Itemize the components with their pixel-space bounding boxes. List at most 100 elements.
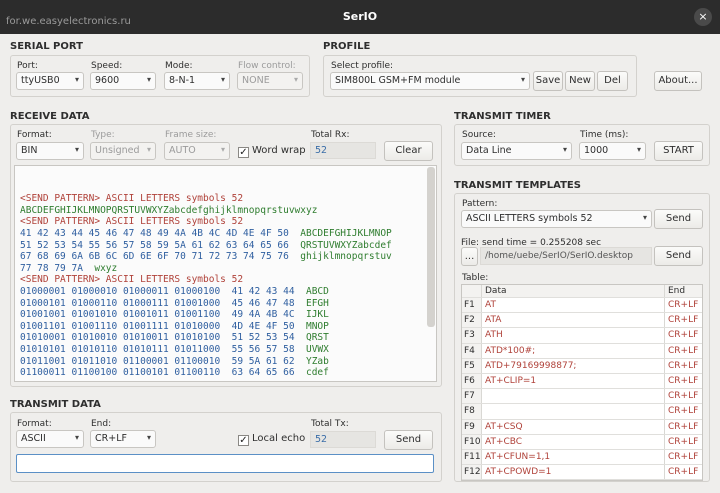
row-data-cell[interactable] — [482, 389, 665, 404]
terminal-ascii: cdef — [305, 367, 329, 379]
close-icon[interactable]: × — [694, 8, 712, 26]
pattern-send-button[interactable]: Send — [654, 209, 703, 229]
table-row[interactable]: F8 CR+LF — [462, 404, 702, 420]
window-title: SerIO — [342, 10, 378, 23]
terminal-line: 01001001 01001010 01001011 01001100 49 4… — [20, 309, 436, 321]
checkmark-icon: ✓ — [238, 435, 249, 446]
select-profile-label: Select profile: — [331, 61, 394, 71]
row-end-cell[interactable]: CR+LF — [665, 374, 702, 388]
templates-heading: TRANSMIT TEMPLATES — [454, 180, 581, 191]
file-path-field[interactable]: /home/uebe/SerIO/SerIO.desktop — [480, 247, 652, 265]
terminal-line: 51 52 53 54 55 56 57 58 59 5A 61 62 63 6… — [20, 240, 436, 252]
checkmark-icon: ✓ — [238, 147, 249, 158]
row-end-cell[interactable]: CR+LF — [665, 450, 702, 464]
pattern-select[interactable]: ASCII LETTERS symbols 52 ▾ — [461, 210, 652, 228]
table-row[interactable]: F10 AT+CBC CR+LF — [462, 434, 702, 450]
tx-end-select[interactable]: CR+LF ▾ — [90, 430, 156, 448]
chevron-down-icon: ▾ — [146, 433, 151, 442]
terminal-hex: 77 78 79 7A — [20, 262, 95, 274]
terminal-hex: 01000001 01000010 01000011 01000100 41 4… — [20, 285, 306, 297]
timer-heading: TRANSMIT TIMER — [454, 111, 551, 122]
table-row[interactable]: F9 AT+CSQ CR+LF — [462, 419, 702, 435]
timer-start-button[interactable]: START — [654, 141, 703, 161]
table-row[interactable]: F5 ATD+79169998877; CR+LF — [462, 358, 702, 374]
terminal-scrollbar[interactable] — [427, 167, 435, 327]
row-key-cell: F6 — [462, 373, 482, 389]
terminal-hex: 41 42 43 44 45 46 47 48 49 4A 4B 4C 4D 4… — [20, 227, 301, 239]
row-data-cell[interactable]: AT+CSQ — [482, 419, 665, 434]
row-data-cell[interactable]: ATD*100#; — [482, 343, 665, 358]
terminal-ascii: EFGH — [305, 297, 329, 309]
local-echo-checkbox[interactable]: ✓ Local echo — [238, 433, 305, 446]
flow-select: NONE ▾ — [237, 72, 303, 90]
about-button[interactable]: About... — [654, 71, 702, 91]
table-row[interactable]: F6 AT+CLIP=1 CR+LF — [462, 373, 702, 390]
speed-select[interactable]: 9600 ▾ — [90, 72, 156, 90]
table-row[interactable]: F12 AT+CPOWD=1 CR+LF — [462, 465, 702, 481]
chevron-down-icon: ▾ — [220, 75, 225, 84]
row-end-cell[interactable]: CR+LF — [665, 328, 702, 342]
table-row[interactable]: F2 ATA CR+LF — [462, 313, 702, 329]
row-data-cell[interactable]: AT+CFUN=1,1 — [482, 449, 665, 465]
row-key-cell: F1 — [462, 298, 482, 313]
terminal-hex: 01010001 01010010 01010011 01010100 51 5… — [20, 332, 306, 344]
row-key-cell: F10 — [462, 434, 482, 449]
table-header: Data End — [462, 285, 702, 298]
row-end-cell[interactable]: CR+LF — [665, 359, 702, 373]
table-row[interactable]: F11 AT+CFUN=1,1 CR+LF — [462, 449, 702, 466]
save-profile-button[interactable]: Save — [533, 71, 563, 91]
row-data-cell[interactable]: AT+CBC — [482, 434, 665, 449]
table-row[interactable]: F7 CR+LF — [462, 389, 702, 405]
browse-file-button[interactable]: ... — [461, 247, 478, 266]
terminal-ascii: QRSTUVWXYZabcdef — [300, 239, 392, 251]
clear-button[interactable]: Clear — [384, 141, 433, 161]
profile-select[interactable]: SIM800L GSM+FM module ▾ — [330, 72, 530, 90]
table-row[interactable]: F1 AT CR+LF — [462, 298, 702, 314]
row-end-cell[interactable]: CR+LF — [665, 344, 702, 358]
tx-end-label: End: — [91, 419, 112, 429]
row-data-cell[interactable]: AT — [482, 298, 665, 313]
total-rx-label: Total Rx: — [311, 130, 350, 140]
file-send-button[interactable]: Send — [654, 246, 703, 266]
row-end-cell[interactable]: CR+LF — [665, 389, 702, 403]
header-data-cell: Data — [482, 285, 665, 297]
timer-source-select[interactable]: Data Line ▾ — [461, 142, 572, 160]
row-end-cell[interactable]: CR+LF — [665, 435, 702, 449]
mode-select[interactable]: 8-N-1 ▾ — [164, 72, 230, 90]
row-end-cell[interactable]: CR+LF — [665, 313, 702, 327]
table-row[interactable]: F4 ATD*100#; CR+LF — [462, 343, 702, 359]
row-end-cell[interactable]: CR+LF — [665, 404, 702, 418]
terminal-hex: 51 52 53 54 55 56 57 58 59 5A 61 62 63 6… — [20, 239, 301, 251]
rx-format-label: Format: — [17, 130, 52, 140]
port-select[interactable]: ttyUSB0 ▾ — [16, 72, 84, 90]
receive-terminal[interactable]: <SEND PATTERN> ASCII LETTERS symbols 52 A… — [14, 165, 437, 382]
row-data-cell[interactable] — [482, 404, 665, 419]
row-end-cell[interactable]: CR+LF — [665, 420, 702, 434]
row-end-cell[interactable]: CR+LF — [665, 465, 702, 479]
total-tx-label: Total Tx: — [311, 419, 349, 429]
row-data-cell[interactable]: AT+CPOWD=1 — [482, 465, 665, 480]
pattern-label: Pattern: — [462, 199, 498, 209]
row-key-cell: F11 — [462, 449, 482, 465]
new-profile-button[interactable]: New — [565, 71, 595, 91]
rx-format-select[interactable]: BIN ▾ — [16, 142, 84, 160]
delete-profile-button[interactable]: Del — [597, 71, 628, 91]
port-value: ttyUSB0 — [21, 75, 60, 86]
terminal-line: 01010001 01010010 01010011 01010100 51 5… — [20, 332, 436, 344]
port-label: Port: — [17, 61, 38, 71]
tx-format-select[interactable]: ASCII ▾ — [16, 430, 84, 448]
terminal-ascii: ghijklmnopqrstuv — [300, 251, 392, 263]
table-row[interactable]: F3 ATH CR+LF — [462, 328, 702, 344]
transmit-input[interactable] — [16, 454, 434, 473]
word-wrap-checkbox[interactable]: ✓ Word wrap — [238, 145, 306, 158]
rx-frame-select: AUTO ▾ — [164, 142, 230, 160]
timer-time-select[interactable]: 1000 ▾ — [579, 142, 646, 160]
row-data-cell[interactable]: ATH — [482, 328, 665, 343]
row-data-cell[interactable]: AT+CLIP=1 — [482, 373, 665, 389]
row-data-cell[interactable]: ATD+79169998877; — [482, 358, 665, 373]
tx-send-button[interactable]: Send — [384, 430, 433, 450]
row-data-cell[interactable]: ATA — [482, 313, 665, 328]
row-end-cell[interactable]: CR+LF — [665, 298, 702, 312]
chevron-down-icon: ▾ — [562, 145, 567, 154]
tx-format-label: Format: — [17, 419, 52, 429]
